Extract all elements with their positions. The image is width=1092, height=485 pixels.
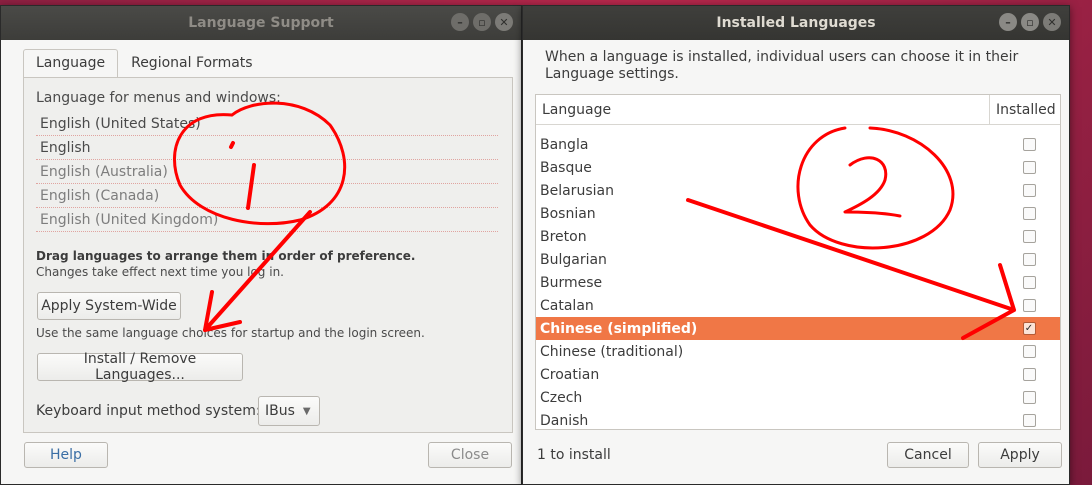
language-list-item[interactable]: English [36, 136, 498, 160]
installed-checkbox[interactable] [1022, 253, 1036, 266]
apply-system-wide-description: Use the same language choices for startu… [36, 326, 425, 340]
column-header-installed[interactable]: Installed [990, 95, 1060, 124]
window-title: Language Support [188, 15, 334, 31]
language-support-titlebar[interactable]: Language Support – ▫ ✕ [1, 6, 521, 40]
language-name-cell: Basque [540, 159, 592, 176]
language-list-caption: Language for menus and windows: [36, 90, 281, 106]
installed-checkbox[interactable] [1022, 299, 1036, 312]
maximize-icon[interactable]: ▫ [473, 13, 491, 31]
installed-cell [990, 161, 1060, 174]
language-name-cell: Bulgarian [540, 251, 607, 268]
minimize-icon[interactable]: – [999, 13, 1017, 31]
table-row[interactable]: Catalan [536, 294, 1060, 317]
close-button[interactable]: Close [428, 442, 512, 468]
minimize-icon[interactable]: – [451, 13, 469, 31]
keyboard-input-select[interactable]: IBus ▼ [258, 396, 320, 426]
tab-bar: Language Regional Formats [23, 49, 266, 77]
installed-cell [990, 230, 1060, 243]
scroll-partial-row [536, 125, 1060, 133]
language-name-cell: Bangla [540, 136, 589, 153]
table-row[interactable]: Bosnian [536, 202, 1060, 225]
apply-button[interactable]: Apply [978, 442, 1062, 468]
table-row[interactable]: Danish [536, 409, 1060, 429]
language-list-item[interactable]: English (United States) [36, 112, 498, 136]
installed-cell [990, 184, 1060, 197]
installed-languages-window: Installed Languages – ▫ ✕ When a languag… [522, 5, 1070, 485]
installed-checkbox[interactable] [1022, 345, 1036, 358]
language-name-cell: Belarusian [540, 182, 614, 199]
language-name-cell: Catalan [540, 297, 594, 314]
table-row[interactable]: Breton [536, 225, 1060, 248]
installed-checkbox[interactable] [1022, 368, 1036, 381]
keyboard-input-label: Keyboard input method system: [36, 403, 261, 419]
language-name-cell: Breton [540, 228, 587, 245]
install-status: 1 to install [537, 447, 611, 463]
window-controls: – ▫ ✕ [999, 13, 1061, 31]
language-name-cell: Croatian [540, 366, 600, 383]
table-row[interactable]: Basque [536, 156, 1060, 179]
installed-checkbox[interactable] [1022, 391, 1036, 404]
installed-languages-description: When a language is installed, individual… [545, 49, 1019, 82]
column-header-language[interactable]: Language [536, 95, 990, 124]
table-row[interactable]: Bangla [536, 133, 1060, 156]
table-body: Bangla Basque Belarusian Bosnian Breton Bulga… [536, 133, 1060, 429]
installed-checkbox[interactable] [1022, 184, 1036, 197]
apply-system-wide-button[interactable]: Apply System-Wide [37, 292, 181, 320]
language-name-cell: Bosnian [540, 205, 596, 222]
installed-cell [990, 253, 1060, 266]
table-row[interactable]: Croatian [536, 363, 1060, 386]
help-button[interactable]: Help [24, 442, 108, 468]
installed-checkbox[interactable] [1022, 207, 1036, 220]
installed-cell [990, 368, 1060, 381]
tab-regional-formats[interactable]: Regional Formats [118, 49, 265, 77]
language-name-cell: Czech [540, 389, 583, 406]
installed-cell [990, 276, 1060, 289]
installed-cell [990, 391, 1060, 404]
window-controls: – ▫ ✕ [451, 13, 513, 31]
close-icon[interactable]: ✕ [495, 13, 513, 31]
language-preference-list: English (United States) English English … [36, 112, 498, 232]
installed-cell [990, 299, 1060, 312]
window-title: Installed Languages [716, 15, 876, 31]
installed-checkbox[interactable] [1022, 230, 1036, 243]
language-name-cell: Danish [540, 412, 589, 429]
installed-cell [990, 345, 1060, 358]
table-header: Language Installed [536, 95, 1060, 125]
dropdown-caret-icon: ▼ [302, 405, 311, 417]
table-row[interactable]: Czech [536, 386, 1060, 409]
installed-checkbox[interactable] [1022, 138, 1036, 151]
close-icon[interactable]: ✕ [1043, 13, 1061, 31]
table-row[interactable]: Burmese [536, 271, 1060, 294]
installed-checkbox[interactable]: ✓ [1022, 322, 1036, 335]
language-name-cell: Burmese [540, 274, 603, 291]
installed-cell: ✓ [990, 322, 1060, 335]
language-tab-panel: Language for menus and windows: English … [23, 77, 513, 433]
cancel-button[interactable]: Cancel [887, 442, 969, 468]
keyboard-input-value: IBus [265, 403, 295, 419]
language-name-cell: Chinese (simplified) [540, 320, 698, 337]
drag-hint-sub: Changes take effect next time you log in… [36, 265, 284, 279]
tab-language[interactable]: Language [23, 49, 119, 77]
language-support-window: Language Support – ▫ ✕ Language Regional… [0, 5, 522, 485]
language-name-cell: Chinese (traditional) [540, 343, 684, 360]
table-row[interactable]: Belarusian [536, 179, 1060, 202]
installed-cell [990, 414, 1060, 427]
installed-checkbox[interactable] [1022, 414, 1036, 427]
language-list-item[interactable]: English (Australia) [36, 160, 498, 184]
installed-checkbox[interactable] [1022, 276, 1036, 289]
maximize-icon[interactable]: ▫ [1021, 13, 1039, 31]
install-remove-languages-button[interactable]: Install / Remove Languages... [37, 351, 243, 383]
installed-checkbox[interactable] [1022, 161, 1036, 174]
table-row[interactable]: Chinese (simplified) ✓ [536, 317, 1060, 340]
installed-languages-titlebar[interactable]: Installed Languages – ▫ ✕ [523, 6, 1069, 40]
installed-cell [990, 138, 1060, 151]
table-row[interactable]: Chinese (traditional) [536, 340, 1060, 363]
installed-cell [990, 207, 1060, 220]
languages-table: Language Installed Bangla Basque Belarusia… [535, 94, 1061, 430]
drag-hint: Drag languages to arrange them in order … [36, 249, 416, 263]
language-list-item[interactable]: English (Canada) [36, 184, 498, 208]
language-list-item[interactable]: English (United Kingdom) [36, 208, 498, 232]
table-row[interactable]: Bulgarian [536, 248, 1060, 271]
